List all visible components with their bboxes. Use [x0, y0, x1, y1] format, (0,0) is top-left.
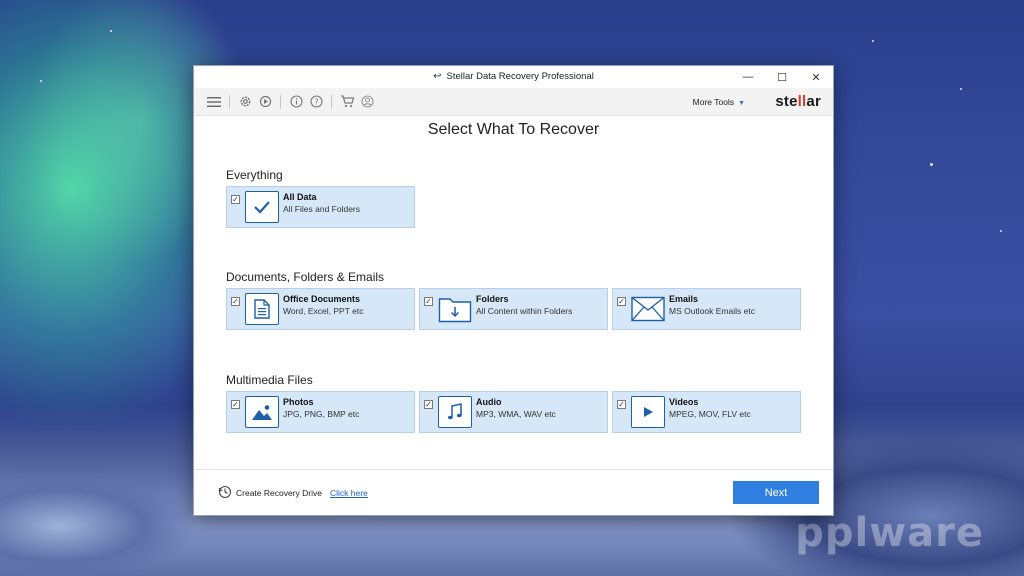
- title-bar[interactable]: ↩ Stellar Data Recovery Professional — ☐ …: [194, 66, 833, 88]
- card-office-documents[interactable]: ✓ Office Documents Word, Excel, PPT etc: [226, 288, 415, 330]
- resume-recovery-icon[interactable]: [255, 92, 275, 112]
- caret-down-icon: ▼: [738, 100, 745, 107]
- window-controls: — ☐ ✕: [731, 66, 833, 88]
- page-title: Select What To Recover: [427, 121, 600, 138]
- toolbar-divider: [229, 94, 230, 109]
- play-icon: [631, 396, 665, 428]
- card-all-data[interactable]: ✓ All Data All Files and Folders: [226, 186, 415, 228]
- star: [872, 40, 874, 42]
- gear-icon[interactable]: [235, 92, 255, 112]
- checkbox-all-data[interactable]: ✓: [231, 195, 240, 204]
- checkbox-videos[interactable]: ✓: [617, 400, 626, 409]
- checkbox-office-documents[interactable]: ✓: [231, 297, 240, 306]
- card-videos[interactable]: ✓ Videos MPEG, MOV, FLV etc: [612, 391, 801, 433]
- stellar-app-icon: ↩: [433, 71, 442, 82]
- star: [960, 88, 962, 90]
- svg-text:?: ?: [314, 97, 318, 106]
- section-title-everything: Everything: [226, 168, 283, 182]
- checkbox-photos[interactable]: ✓: [231, 400, 240, 409]
- star: [930, 163, 933, 166]
- hamburger-menu-icon[interactable]: [204, 92, 224, 112]
- toolbar-divider: [280, 94, 281, 109]
- star: [1000, 230, 1002, 232]
- section-title-documents: Documents, Folders & Emails: [226, 270, 385, 284]
- star: [40, 80, 42, 82]
- watermark-logo: pplware: [795, 510, 984, 556]
- close-button[interactable]: ✕: [799, 66, 833, 88]
- toolbar-divider: [331, 94, 332, 109]
- cart-icon[interactable]: [337, 92, 357, 112]
- document-icon: [245, 293, 279, 325]
- footer: Create Recovery Drive Click here Next: [194, 469, 833, 515]
- minimize-button[interactable]: —: [731, 66, 765, 88]
- music-note-icon: [438, 396, 472, 428]
- create-recovery-drive-label: Create Recovery Drive: [236, 488, 322, 498]
- image-icon: [245, 396, 279, 428]
- user-account-icon[interactable]: [357, 92, 377, 112]
- help-icon[interactable]: ?: [306, 92, 326, 112]
- checkbox-audio[interactable]: ✓: [424, 400, 433, 409]
- card-photos[interactable]: ✓ Photos JPG, PNG, BMP etc: [226, 391, 415, 433]
- toolbar: ? More Tools ▼ stellar: [194, 88, 833, 116]
- click-here-link[interactable]: Click here: [330, 488, 368, 498]
- section-title-multimedia: Multimedia Files: [226, 373, 313, 387]
- card-audio[interactable]: ✓ Audio MP3, WMA, WAV etc: [419, 391, 608, 433]
- recovery-drive-icon: [218, 485, 232, 504]
- card-emails[interactable]: ✓ Emails MS Outlook Emails etc: [612, 288, 801, 330]
- card-folders[interactable]: ✓ Folders All Content within Folders: [419, 288, 608, 330]
- app-window: ↩ Stellar Data Recovery Professional — ☐ …: [193, 65, 834, 516]
- stellar-logo: stellar: [775, 93, 821, 110]
- next-button[interactable]: Next: [733, 481, 819, 504]
- checkbox-emails[interactable]: ✓: [617, 297, 626, 306]
- star: [110, 30, 112, 32]
- checkbox-folders[interactable]: ✓: [424, 297, 433, 306]
- maximize-button[interactable]: ☐: [765, 66, 799, 88]
- folder-icon: [438, 293, 472, 325]
- checkmark-icon: [245, 191, 279, 223]
- more-tools-dropdown[interactable]: More Tools ▼: [693, 97, 745, 107]
- envelope-icon: [631, 293, 665, 325]
- info-icon[interactable]: [286, 92, 306, 112]
